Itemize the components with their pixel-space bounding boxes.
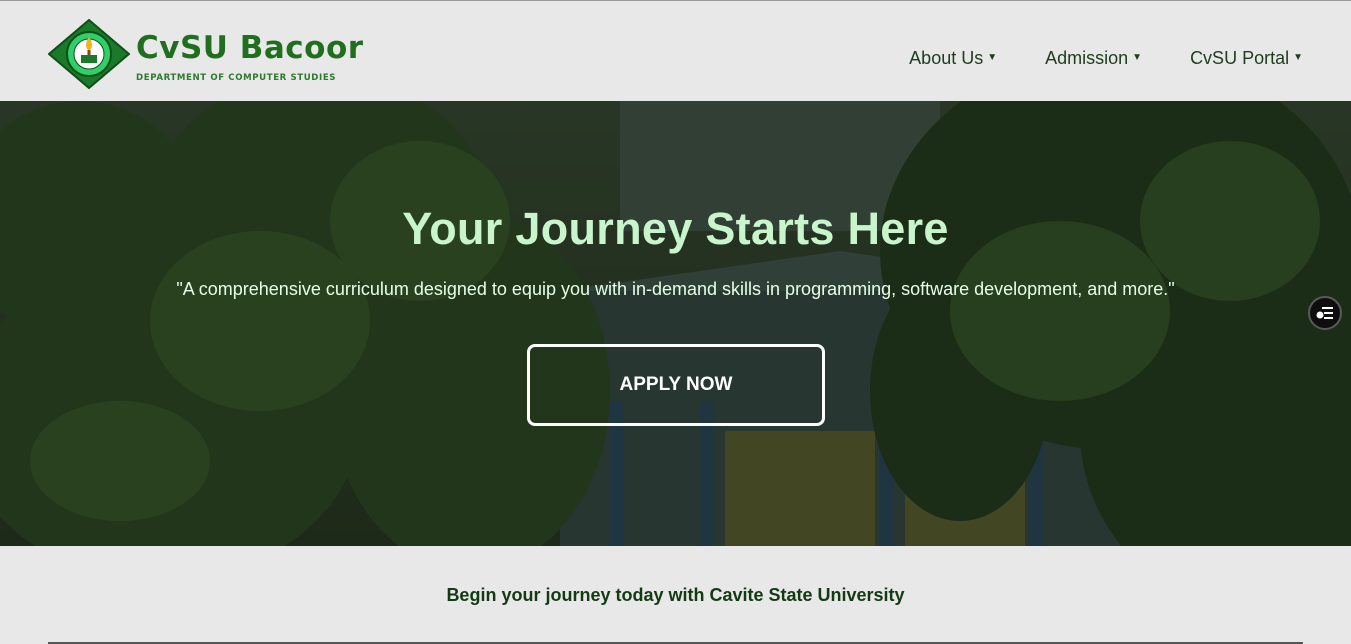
intro-strip: Begin your journey today with Cavite Sta…	[0, 546, 1351, 644]
hero-quote: "A comprehensive curriculum designed to …	[176, 279, 1175, 299]
apply-now-button[interactable]: APPLY NOW	[527, 344, 825, 426]
brand-name: CvSU Bacoor	[136, 30, 364, 66]
caret-down-icon: ▼	[1293, 52, 1303, 63]
caret-down-icon: ▼	[1132, 52, 1143, 63]
hero-overlay	[0, 101, 1351, 546]
accessibility-menu-icon	[1316, 307, 1333, 319]
intro-text: Begin your journey today with Cavite Sta…	[446, 585, 905, 605]
nav-label: About Us	[909, 48, 984, 68]
university-seal-icon	[48, 19, 130, 89]
brand-subtitle: DEPARTMENT OF COMPUTER STUDIES	[136, 73, 337, 83]
site-header: CvSU Bacoor DEPARTMENT OF COMPUTER STUDI…	[0, 1, 1351, 101]
nav-about-us[interactable]: About Us ▼	[909, 48, 997, 69]
caret-down-icon: ▼	[987, 52, 998, 63]
nav-label: Admission	[1045, 48, 1129, 68]
nav-admission[interactable]: Admission ▼	[1045, 48, 1142, 69]
hero-section: Your Journey Starts Here "A comprehensiv…	[0, 101, 1351, 546]
nav-label: CvSU Portal	[1190, 48, 1290, 68]
nav-cvsu-portal[interactable]: CvSU Portal ▼	[1190, 48, 1303, 69]
hero-title: Your Journey Starts Here	[402, 203, 949, 254]
main-nav: About Us ▼ Admission ▼ CvSU Portal ▼	[861, 48, 1303, 69]
accessibility-menu-button[interactable]	[1308, 296, 1342, 330]
site-logo[interactable]: CvSU Bacoor DEPARTMENT OF COMPUTER STUDI…	[48, 19, 438, 89]
